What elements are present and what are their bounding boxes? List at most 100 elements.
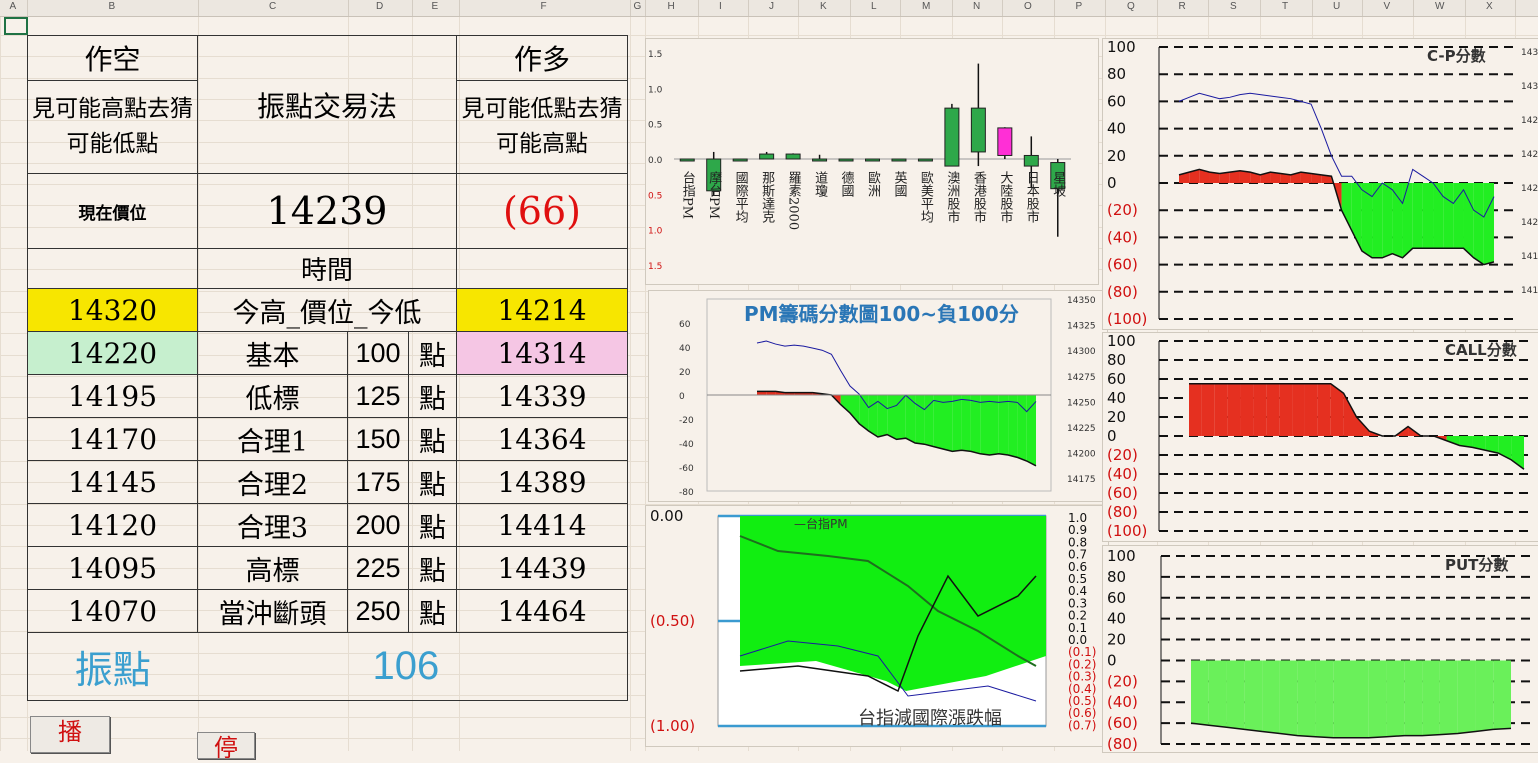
time-label: 時間 — [197, 248, 457, 289]
stop-button[interactable]: 停 — [197, 732, 255, 762]
score-area — [1402, 183, 1413, 258]
y2-tick-label: 14175 — [1067, 475, 1096, 485]
score-area — [1457, 660, 1476, 734]
y-tick-label: (40) — [1107, 228, 1138, 246]
gridline — [0, 16, 1, 751]
unit-cell: 點 — [408, 546, 457, 590]
score-area — [896, 395, 906, 440]
points-cell: 150 — [347, 417, 409, 461]
y2-tick-label: 141 — [1521, 286, 1538, 296]
swing-label: 振點 — [27, 632, 198, 701]
play-button[interactable]: 播 — [30, 716, 110, 753]
column-letter[interactable]: T — [1282, 1, 1288, 12]
score-area — [1361, 183, 1373, 258]
swing-value: 106 — [197, 632, 628, 701]
category-label: 羅素2000 — [786, 171, 802, 230]
y-tick-label: 40 — [679, 344, 691, 354]
y-tick-label: 20 — [679, 368, 691, 378]
column-letter[interactable]: X — [1486, 1, 1493, 12]
row-label: 合理1 — [197, 417, 348, 461]
column-letter[interactable]: V — [1384, 1, 1391, 12]
candle-body — [865, 158, 880, 162]
short-target-cell: 14070 — [27, 589, 198, 633]
column-letter[interactable]: A — [10, 1, 17, 12]
today-high: 14320 — [27, 288, 198, 332]
column-letter[interactable]: I — [719, 1, 722, 12]
score-area — [1453, 183, 1464, 249]
long-header: 作多 — [456, 35, 628, 81]
category-label: 日本股市 — [1024, 171, 1040, 223]
column-letter[interactable]: E — [432, 1, 439, 12]
y-tick-label: 0 — [679, 392, 685, 402]
y2-tick-label: 14250 — [1067, 398, 1096, 408]
y2-tick-label: 14325 — [1067, 322, 1096, 332]
pm-score-chart-panel: 60 40 20 0 -20 -40 -60 -80 14350 14325 14300 14275 1… — [648, 290, 1108, 502]
column-separator — [1157, 0, 1158, 16]
column-letter[interactable]: D — [376, 1, 383, 12]
score-area — [1279, 660, 1298, 736]
call-score-chart: 100806040200(20)(40)(60)(80)(100) CALL分數 — [1107, 332, 1533, 540]
unit-cell: 點 — [408, 503, 457, 547]
column-letter[interactable]: P — [1076, 1, 1083, 12]
y-tick-label: 60 — [1107, 370, 1126, 388]
score-area — [1244, 660, 1263, 732]
column-letter[interactable]: S — [1230, 1, 1237, 12]
column-separator — [645, 0, 646, 16]
y-tick-label: 20 — [1107, 631, 1126, 649]
short-target-cell: 14170 — [27, 417, 198, 461]
method-title: 振點交易法 — [197, 35, 457, 174]
category-label: 大陸股市 — [997, 171, 1013, 223]
long-target-cell: 14339 — [456, 374, 628, 418]
candle-body — [785, 153, 801, 160]
y-tick-label: (100) — [1107, 310, 1147, 328]
column-letter[interactable]: H — [668, 1, 675, 12]
column-letter[interactable]: W — [1435, 1, 1444, 12]
column-letter[interactable]: U — [1333, 1, 1340, 12]
selected-cell-A1[interactable] — [4, 17, 28, 35]
y-tick-label: 0 — [1107, 174, 1117, 192]
column-separator — [412, 0, 413, 16]
legend-label: —台指PM — [794, 516, 848, 531]
candle-body — [679, 158, 695, 162]
column-letter[interactable]: B — [109, 1, 116, 12]
chart-title: PM籌碼分數圖100~負100分 — [744, 302, 1019, 326]
candle-body — [732, 158, 748, 162]
column-separator — [698, 0, 699, 16]
score-area — [1201, 383, 1215, 436]
column-letter[interactable]: M — [922, 1, 930, 12]
column-letter[interactable]: L — [871, 1, 877, 12]
column-letter[interactable]: J — [769, 1, 774, 12]
y-tick-label: 0 — [1107, 427, 1117, 445]
column-letter[interactable]: N — [973, 1, 980, 12]
column-letter[interactable]: C — [269, 1, 276, 12]
y-tick-label: -20 — [679, 416, 694, 426]
column-letter[interactable]: O — [1024, 1, 1032, 12]
column-letter[interactable]: Q — [1127, 1, 1135, 12]
column-letter[interactable]: G — [634, 1, 642, 12]
y-tick-label: (80) — [1107, 283, 1138, 301]
score-area — [915, 395, 925, 445]
y-tick-label: (0.50) — [650, 612, 695, 630]
score-area — [933, 395, 943, 449]
score-area — [952, 395, 962, 452]
column-letter[interactable]: R — [1179, 1, 1186, 12]
score-area — [1433, 183, 1444, 249]
column-separator — [348, 0, 349, 16]
y-tick-label: 80 — [1107, 65, 1126, 83]
candle-body — [759, 153, 775, 160]
column-letter[interactable]: K — [820, 1, 827, 12]
y2-tick-label: 143 — [1521, 82, 1538, 92]
short-target-cell: 14145 — [27, 460, 198, 504]
long-target-cell: 14464 — [456, 589, 628, 633]
column-separator — [1002, 0, 1003, 16]
y-tick-label: (20) — [1107, 672, 1138, 690]
score-area — [1463, 183, 1474, 258]
call-score-chart-panel: 100 80 60 40 20 0 (20) (40) (60) (80) (100) CALL分數 — [1102, 332, 1538, 542]
score-area — [868, 395, 878, 437]
y-tick-label: (60) — [1107, 714, 1138, 732]
column-letter[interactable]: F — [541, 1, 547, 12]
category-label: 德國 — [839, 171, 855, 197]
y-tick-label: (40) — [1107, 693, 1138, 711]
column-separator — [459, 0, 460, 16]
points-cell: 200 — [347, 503, 409, 547]
